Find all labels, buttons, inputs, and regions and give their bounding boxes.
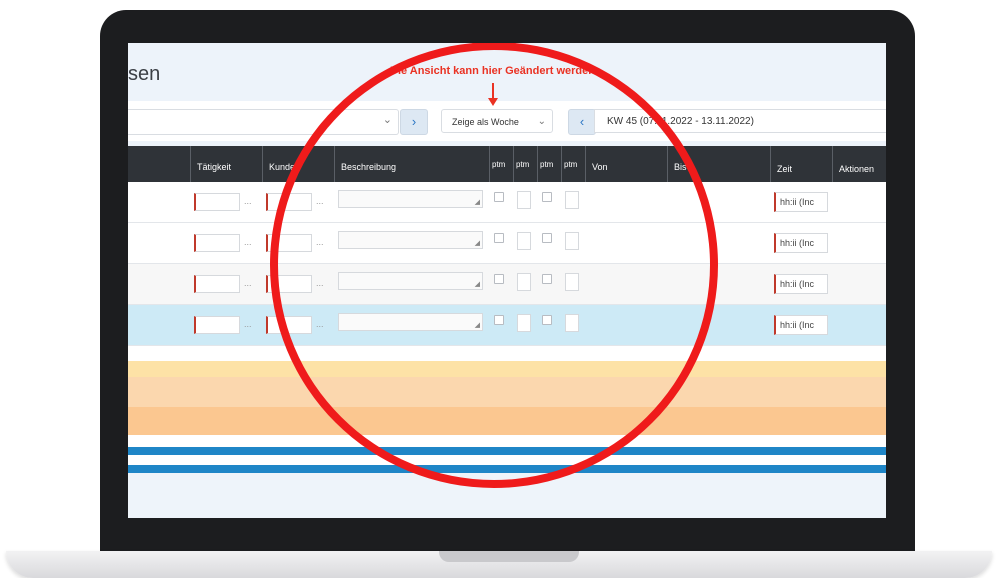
laptop-base [6, 551, 992, 578]
taetigkeit-input[interactable] [194, 316, 240, 334]
column-aktionen[interactable]: Aktionen [832, 146, 886, 182]
zeit-input[interactable]: hh:ii (Inc [774, 192, 828, 212]
more-icon[interactable]: ... [244, 237, 252, 247]
app-screen: sen ⌄ › Zeige als Woche ⌄ ‹ KW 45 (07.11… [128, 43, 886, 518]
column-taetigkeit[interactable]: Tätigkeit [190, 146, 262, 182]
taetigkeit-input[interactable] [194, 275, 240, 293]
zeit-input[interactable]: hh:ii (Inc [774, 274, 828, 294]
more-icon[interactable]: ... [244, 319, 252, 329]
zeit-input[interactable]: hh:ii (Inc [774, 315, 828, 335]
more-icon[interactable]: ... [244, 196, 252, 206]
more-icon[interactable]: ... [244, 278, 252, 288]
page-title: sen [128, 63, 161, 85]
zeit-input[interactable]: hh:ii (Inc [774, 233, 828, 253]
taetigkeit-input[interactable] [194, 234, 240, 252]
laptop-notch [439, 551, 579, 562]
taetigkeit-input[interactable] [194, 193, 240, 211]
highlight-circle [270, 43, 718, 488]
column-zeit[interactable]: Zeit [770, 146, 832, 182]
